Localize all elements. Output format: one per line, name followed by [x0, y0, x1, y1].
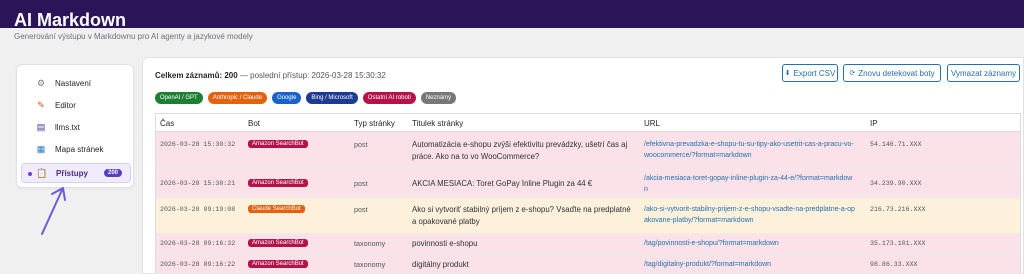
bot-badge: Amazon SearchBot: [248, 260, 308, 268]
column-header-ip[interactable]: IP: [870, 119, 878, 128]
row-page-type: taxonomy: [354, 239, 386, 248]
row-url-link[interactable]: /akcia-mesiaca-toret-gopay-inline-plugin…: [644, 173, 856, 195]
filter-chip-other-ai[interactable]: Ostatní AI roboti: [362, 92, 416, 104]
table-row[interactable]: 2026-03-28 09:16:32 Amazon SearchBot tax…: [156, 234, 1020, 255]
row-time: 2026-03-28 15:30:32: [160, 141, 236, 148]
bot-badge: Claude SearchBot: [248, 205, 305, 213]
row-title: AKCIA MESIACA: Toret GoPay Inline Plugin…: [412, 179, 593, 188]
table-header: Čas Bot Typ stránky Titulek stránky URL …: [156, 114, 1020, 132]
row-ip: 35.173.101.XXX: [870, 240, 926, 247]
clear-records-button[interactable]: Vymazat záznamy: [947, 64, 1020, 82]
column-header-bot[interactable]: Bot: [248, 119, 260, 128]
row-time: 2026-03-28 15:30:21: [160, 180, 236, 187]
document-icon: ▤: [36, 121, 46, 132]
row-title: povinnosti e-shopu: [412, 239, 478, 248]
row-url-link[interactable]: /ako-si-vytvorit-stabilny-prijem-z-e-sho…: [644, 204, 856, 226]
row-page-type: post: [354, 140, 368, 149]
sidebar-item-settings[interactable]: ⚙ Nastavení: [21, 73, 131, 93]
table-row[interactable]: 2026-03-28 15:30:21 Amazon SearchBot pos…: [156, 170, 1020, 198]
row-ip: 34.239.90.XXX: [870, 180, 922, 187]
sidebar-item-label: Nastavení: [55, 78, 92, 88]
bot-badge: Amazon SearchBot: [248, 179, 308, 187]
sidebar-item-label: llms.txt: [55, 122, 80, 132]
last-access: — poslední přístup: 2026-03-28 15:30:32: [239, 71, 386, 80]
app-subtitle: Generování výstupu v Markdownu pro AI ag…: [14, 32, 253, 41]
row-ip: 216.73.216.XXX: [870, 206, 926, 213]
table-row[interactable]: 2026-03-28 15:30:32 Amazon SearchBot pos…: [156, 132, 1020, 170]
sidebar-item-label: Mapa stránek: [55, 144, 104, 154]
column-header-title[interactable]: Titulek stránky: [412, 119, 463, 128]
row-url-link[interactable]: /tag/povinnosti-e-shopu/?format=markdown: [644, 238, 856, 249]
row-url-link[interactable]: /efektivna-prevadzka-e-shopu-tu-su-tipy-…: [644, 139, 856, 161]
annotation-arrow: [41, 187, 66, 235]
pencil-icon: ✎: [37, 99, 45, 110]
active-indicator: [28, 172, 32, 176]
clipboard-icon: 📋: [36, 167, 48, 178]
total-records: Celkem záznamů: 200: [155, 71, 238, 80]
redetect-bots-label: Znovu detekovat boty: [858, 68, 935, 78]
summary-line: Celkem záznamů: 200 — poslední přístup: …: [155, 71, 386, 80]
row-time: 2026-03-28 09:16:22: [160, 261, 236, 268]
table-row[interactable]: 2026-03-28 09:16:22 Amazon SearchBot tax…: [156, 255, 1020, 274]
row-time: 2026-03-28 09:19:08: [160, 206, 236, 213]
access-log-table: Čas Bot Typ stránky Titulek stránky URL …: [155, 113, 1021, 274]
row-page-type: post: [354, 179, 368, 188]
filter-chip-openai[interactable]: OpenAI / GPT: [155, 92, 203, 104]
row-title: Ako si vytvoriť stabilný príjem z e-shop…: [412, 205, 631, 226]
row-url-link[interactable]: /tag/digitalny-produkt/?format=markdown: [644, 259, 856, 270]
sidebar-item-llms[interactable]: ▤ llms.txt: [21, 117, 131, 137]
row-page-type: post: [354, 205, 368, 214]
access-log-panel: Celkem záznamů: 200 — poslední přístup: …: [142, 57, 1024, 274]
gear-icon: ⚙: [36, 77, 46, 88]
filter-chip-google[interactable]: Google: [272, 92, 302, 104]
access-count-badge: 200: [103, 169, 122, 177]
row-ip: 54.146.71.XXX: [870, 141, 922, 148]
sidebar: ⚙ Nastavení ✎ Editor ▤ llms.txt ▦ Mapa s…: [16, 64, 134, 188]
column-header-page-type[interactable]: Typ stránky: [354, 119, 395, 128]
app-title: AI Markdown: [14, 10, 127, 30]
sidebar-item-editor[interactable]: ✎ Editor: [21, 95, 131, 115]
row-page-type: taxonomy: [354, 260, 386, 269]
column-header-url[interactable]: URL: [644, 119, 660, 128]
sidebar-item-label: Přístupy: [56, 168, 89, 178]
row-title: Automatizácia e-shopu zvýši efektivitu p…: [412, 140, 628, 161]
bot-filter-chips: OpenAI / GPT Anthropic / Claude Google B…: [155, 92, 457, 104]
filter-chip-unknown[interactable]: Neznámý: [420, 92, 457, 104]
table-row[interactable]: 2026-03-28 09:19:08 Claude SearchBot pos…: [156, 198, 1020, 234]
row-title: digitálny produkt: [412, 260, 469, 269]
filter-chip-anthropic[interactable]: Anthropic / Claude: [207, 92, 268, 104]
bot-badge: Amazon SearchBot: [248, 140, 308, 148]
sidebar-item-label: Editor: [55, 100, 76, 110]
clear-records-label: Vymazat záznamy: [950, 68, 1017, 78]
row-time: 2026-03-28 09:16:32: [160, 240, 236, 247]
filter-chip-bing[interactable]: Bing / Microsoft: [306, 92, 358, 104]
row-ip: 98.86.33.XXX: [870, 261, 918, 268]
redetect-bots-button[interactable]: ⟳ Znovu detekovat boty: [843, 64, 941, 82]
sitemap-icon: ▦: [36, 143, 46, 154]
bot-badge: Amazon SearchBot: [248, 239, 308, 247]
column-header-time[interactable]: Čas: [160, 119, 174, 128]
export-csv-button[interactable]: ⬇ Export CSV: [782, 64, 838, 82]
download-icon: ⬇: [784, 70, 791, 77]
export-csv-label: Export CSV: [793, 68, 836, 78]
sidebar-item-sitemap[interactable]: ▦ Mapa stránek: [21, 139, 131, 159]
refresh-icon: ⟳: [849, 70, 856, 77]
